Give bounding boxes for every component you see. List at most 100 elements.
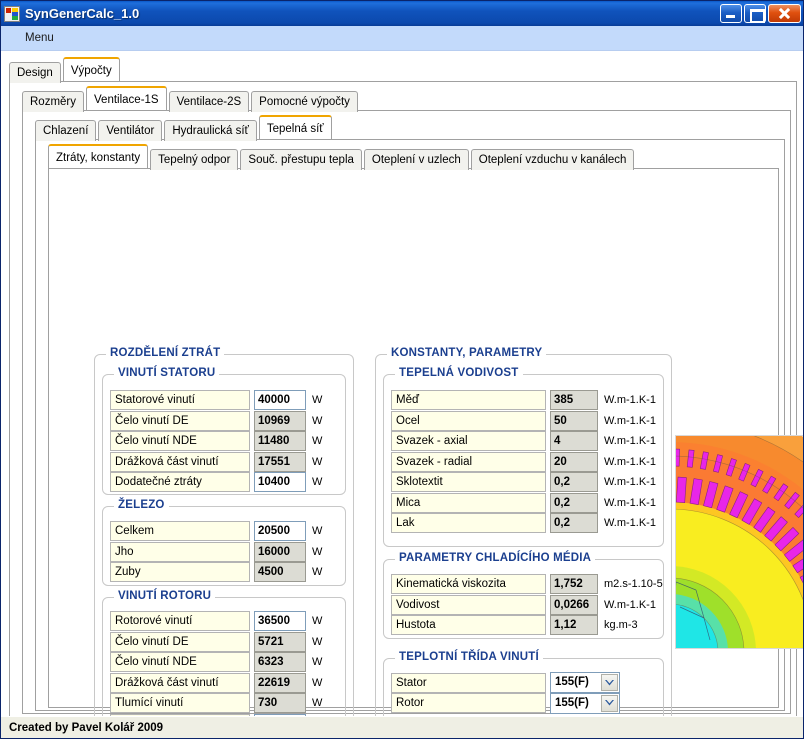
- field-value-celo-vinuti-de: 5721: [254, 631, 306, 652]
- field-value-drazkova-cast-vinuti: 22619: [254, 672, 306, 693]
- maximize-button[interactable]: [744, 4, 766, 23]
- field-unit-lak: W.m-1.K-1: [604, 517, 656, 529]
- field-row-mica: Mica 0,2 W.m-1.K-1: [391, 492, 656, 513]
- field-value-mica: 0,2: [550, 492, 598, 513]
- field-value-dodatecne-ztraty[interactable]: 10400: [254, 472, 306, 492]
- field-value-budic[interactable]: 5000: [254, 713, 306, 716]
- field-value-jho: 16000: [254, 541, 306, 562]
- tab-tepelna-sit[interactable]: Tepelná síť: [258, 115, 332, 139]
- field-row-rotor: Rotor 155(F): [391, 692, 620, 714]
- field-value-celkem[interactable]: 20500: [254, 521, 306, 541]
- field-unit-drazkova-cast-vinuti: W: [312, 455, 323, 468]
- tab-opteleni-vzduchu-v-kanalech[interactable]: Oteplení vzduchu v kanálech: [470, 149, 635, 170]
- field-label-zuby: Zuby: [110, 562, 250, 582]
- field-label-rotor: Rotor: [391, 693, 546, 713]
- field-label-ocel: Ocel: [391, 410, 546, 431]
- motor-thermal-cross-section: [675, 435, 803, 649]
- field-value-lak: 0,2: [550, 513, 598, 533]
- field-label-svazek-radial: Svazek - radial: [391, 451, 546, 472]
- field-row-celo-vinuti-nde: Čelo vinutí NDE 6323 W: [110, 652, 322, 672]
- field-row-svazek-radial: Svazek - radial 20 W.m-1.K-1: [391, 451, 656, 472]
- tab-ztraty-konstanty[interactable]: Ztráty, konstanty: [48, 144, 149, 168]
- group-zelezo-title: ŽELEZO: [114, 499, 169, 511]
- select-value-rotor: 155(F): [555, 696, 589, 709]
- chevron-down-icon[interactable]: [601, 694, 618, 712]
- group-vinuti-statoru-title: VINUTÍ STATORU: [114, 367, 220, 379]
- field-label-celo-vinuti-nde: Čelo vinutí NDE: [110, 652, 250, 672]
- field-value-zuby: 4500: [254, 562, 306, 582]
- field-unit-mica: W.m-1.K-1: [604, 496, 656, 509]
- tab-hydraulicka-sit[interactable]: Hydraulická síť: [164, 120, 257, 141]
- field-label-drazkova-cast-vinuti: Drážková část vinutí: [110, 672, 250, 693]
- app-icon: [4, 5, 20, 22]
- select-rotor[interactable]: 155(F): [550, 692, 620, 714]
- field-row-svazek-axial: Svazek - axial 4 W.m-1.K-1: [391, 431, 656, 451]
- field-row-zuby: Zuby 4500 W: [110, 562, 322, 582]
- field-unit-celo-vinuti-de: W: [312, 635, 323, 648]
- group-teplotni-trida-vinuti-title: TEPLOTNÍ TŘÍDA VINUTÍ: [395, 651, 543, 663]
- field-label-lak: Lak: [391, 513, 546, 533]
- application-window: SynGenerCalc_1.0 Menu Design Výpočty Roz…: [0, 0, 804, 739]
- group-konstanty-parametry-title: KONSTANTY, PARAMETRY: [387, 347, 547, 359]
- field-unit-tlumici-vinuti: W: [312, 697, 323, 709]
- group-parametry-chladiciho-media-title: PARAMETRY CHLADÍCÍHO MÉDIA: [395, 552, 596, 564]
- select-value-stator: 155(F): [555, 676, 589, 688]
- field-unit-celo-vinuti-nde: W: [312, 656, 323, 668]
- tabpanel-vypocty: Rozměry Ventilace-1S Ventilace-2S Pomocn…: [9, 81, 803, 716]
- chevron-down-icon[interactable]: [601, 674, 618, 691]
- field-label-budic: Budič: [110, 713, 250, 716]
- tab-vypocty[interactable]: Výpočty: [62, 57, 120, 81]
- field-unit-drazkova-cast-vinuti: W: [312, 676, 323, 689]
- field-label-kinematicka-viskozita: Kinematická viskozita: [391, 574, 546, 594]
- field-label-sklotextit: Sklotextit: [391, 472, 546, 492]
- tab-opteleni-v-uzlech[interactable]: Oteplení v uzlech: [363, 149, 469, 170]
- close-button[interactable]: [768, 4, 801, 23]
- tab-pomocne-vypocty[interactable]: Pomocné výpočty: [251, 91, 358, 112]
- status-bar-text: Created by Pavel Kolář 2009: [9, 721, 164, 734]
- status-bar: Created by Pavel Kolář 2009: [1, 716, 803, 738]
- tab-ventilace-2s[interactable]: Ventilace-2S: [168, 91, 250, 112]
- field-unit-svazek-radial: W.m-1.K-1: [604, 455, 656, 468]
- field-value-vodivost: 0,0266: [550, 594, 598, 615]
- field-value-hustota: 1,12: [550, 615, 598, 635]
- menu-item-menu[interactable]: Menu: [19, 30, 60, 46]
- field-unit-hustota: kg.m-3: [604, 619, 638, 631]
- field-label-stator: Stator: [391, 672, 546, 693]
- field-value-rotorove-vinuti[interactable]: 36500: [254, 611, 306, 631]
- tab-design[interactable]: Design: [9, 62, 61, 83]
- tabstrip-level3: Chlazení Ventilátor Hydraulická síť Tepe…: [29, 115, 803, 716]
- minimize-button[interactable]: [720, 4, 742, 23]
- field-row-celkem: Celkem 20500 W: [110, 521, 322, 541]
- field-row-ocel: Ocel 50 W.m-1.K-1: [391, 410, 656, 431]
- tab-ventilator[interactable]: Ventilátor: [98, 120, 163, 141]
- field-row-kinematicka-viskozita: Kinematická viskozita 1,752 m2.s-1.10-5: [391, 574, 663, 594]
- tab-chlazeni[interactable]: Chlazení: [35, 120, 97, 141]
- tab-tepelny-odpor[interactable]: Tepelný odpor: [150, 149, 239, 170]
- group-tepelna-vodivost-title: TEPELNÁ VODIVOST: [395, 367, 523, 379]
- field-label-hustota: Hustota: [391, 615, 546, 635]
- tabrow-level2: Rozměry Ventilace-1S Ventilace-2S Pomocn…: [22, 86, 796, 112]
- field-value-statorove-vinuti[interactable]: 40000: [254, 390, 306, 410]
- field-label-tlumici-vinuti: Tlumící vinutí: [110, 693, 250, 713]
- field-unit-jho: W: [312, 545, 323, 558]
- tabpanel-tepelna-sit: Ztráty, konstanty Tepelný odpor Souč. př…: [35, 139, 803, 716]
- field-unit-vodivost: W.m-1.K-1: [604, 598, 656, 611]
- tab-rozmery[interactable]: Rozměry: [22, 91, 85, 112]
- field-unit-sklotextit: W.m-1.K-1: [604, 476, 656, 488]
- field-unit-med: W.m-1.K-1: [604, 394, 656, 406]
- tab-ventilace-1s[interactable]: Ventilace-1S: [86, 86, 167, 110]
- field-label-drazkova-cast-vinuti: Drážková část vinutí: [110, 451, 250, 472]
- tabrow-level4: Ztráty, konstanty Tepelný odpor Souč. př…: [48, 144, 784, 170]
- close-icon: [769, 5, 800, 22]
- select-stator[interactable]: 155(F): [550, 672, 620, 693]
- tab-souc-prestupu-tepla[interactable]: Souč. přestupu tepla: [240, 149, 362, 170]
- field-unit-ocel: W.m-1.K-1: [604, 414, 656, 427]
- window-title: SynGenerCalc_1.0: [25, 6, 140, 21]
- group-vinuti-rotoru-title: VINUTÍ ROTORU: [114, 590, 216, 602]
- tabrow-level3: Chlazení Ventilátor Hydraulická síť Tepe…: [35, 115, 790, 141]
- tabpanel-ztraty-konstanty: ROZDĚLENÍ ZTRÁT VINUTÍ STATORU Statorové v…: [48, 168, 803, 716]
- field-value-kinematicka-viskozita: 1,752: [550, 574, 598, 594]
- field-value-tlumici-vinuti: 730: [254, 693, 306, 713]
- field-unit-rotorove-vinuti: W: [312, 615, 323, 627]
- field-unit-statorove-vinuti: W: [312, 394, 323, 406]
